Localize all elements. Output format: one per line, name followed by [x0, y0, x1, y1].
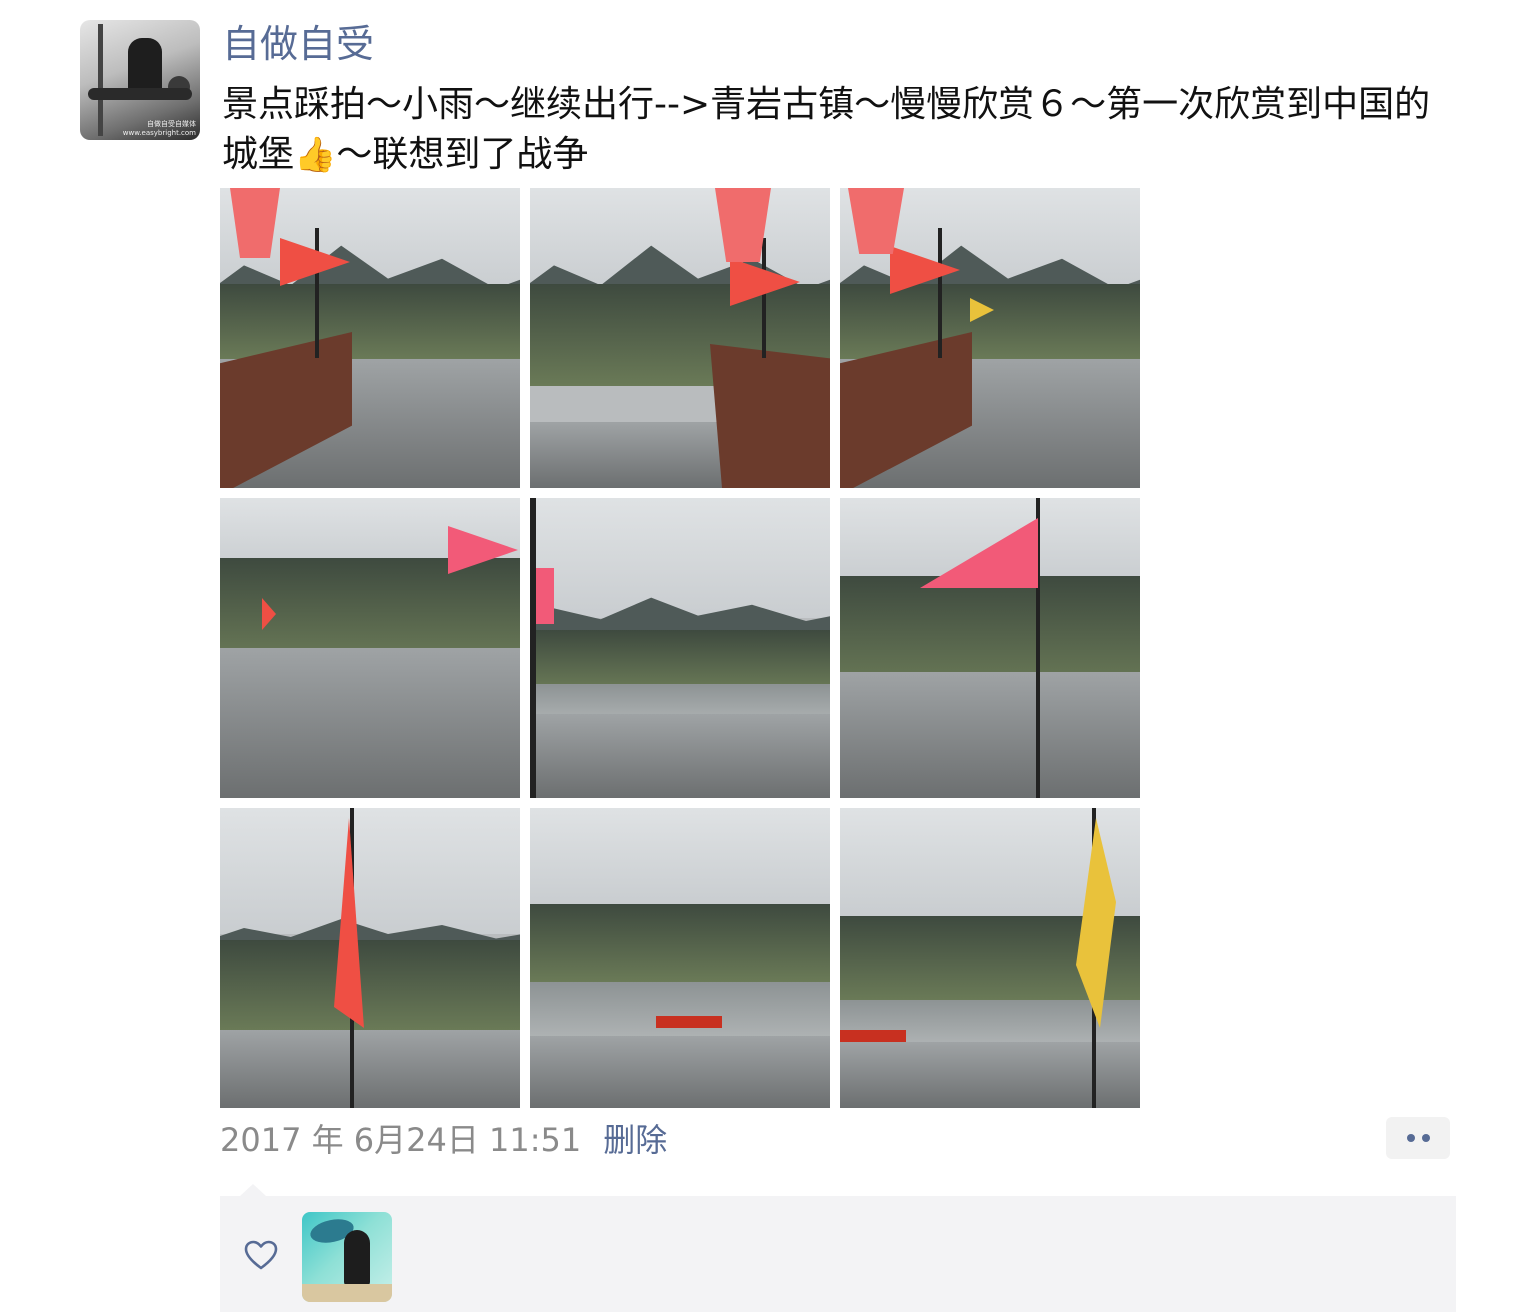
user-avatar[interactable]: 自做自受自媒体 www.easybright.com — [80, 20, 200, 140]
more-dot-icon — [1406, 1134, 1415, 1142]
post-text: 景点踩拍～小雨～继续出行-->青岩古镇～慢慢欣赏６～第一次欣赏到中国的城堡👍～联… — [222, 80, 1462, 180]
likes-panel — [220, 1196, 1456, 1312]
avatar-watermark: 自做自受自媒体 www.easybright.com — [122, 120, 196, 137]
photo-grid — [220, 188, 1140, 1108]
post-timestamp: 2017 年 6月24日 11:51 — [220, 1121, 582, 1159]
thumbs-up-emoji: 👍 — [294, 135, 337, 175]
post-meta-row: 2017 年 6月24日 11:51 删除 — [220, 1114, 667, 1162]
username[interactable]: 自做自受 — [222, 20, 374, 68]
photo-8[interactable] — [530, 808, 830, 1108]
photo-1[interactable] — [220, 188, 520, 488]
photo-9[interactable] — [840, 808, 1140, 1108]
liker-avatar-person — [344, 1230, 370, 1286]
liker-avatar-sand — [302, 1284, 392, 1302]
photo-2[interactable] — [530, 188, 830, 488]
photo-6[interactable] — [840, 498, 1140, 798]
more-options-button[interactable] — [1386, 1117, 1450, 1159]
likes-panel-caret — [240, 1184, 266, 1196]
heart-icon — [244, 1240, 278, 1270]
post-text-end: ～联想到了战争 — [336, 134, 589, 175]
photo-3[interactable] — [840, 188, 1140, 488]
avatar-bar — [88, 88, 192, 100]
more-dot-icon — [1421, 1134, 1430, 1142]
delete-button[interactable]: 删除 — [603, 1115, 667, 1161]
photo-5[interactable] — [530, 498, 830, 798]
avatar-pole — [98, 24, 103, 136]
photo-4[interactable] — [220, 498, 520, 798]
liker-avatar[interactable] — [302, 1212, 392, 1302]
photo-7[interactable] — [220, 808, 520, 1108]
